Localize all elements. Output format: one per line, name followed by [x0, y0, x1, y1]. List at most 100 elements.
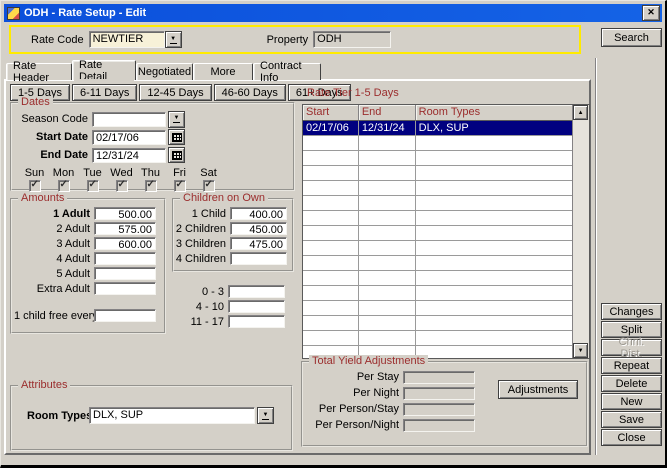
grid-empty-row[interactable]: [303, 211, 572, 226]
grid-empty-row[interactable]: [303, 226, 572, 241]
end-date-field[interactable]: 12/31/24: [92, 148, 166, 163]
grid-empty-row[interactable]: [303, 286, 572, 301]
search-button[interactable]: Search: [601, 28, 662, 47]
rate-tier-grid: Start End Room Types 02/17/06 12/31/24 D…: [302, 104, 590, 359]
grid-empty-row[interactable]: [303, 301, 572, 316]
scroll-down-icon[interactable]: ▼: [573, 343, 588, 358]
grid-empty-row[interactable]: [303, 256, 572, 271]
adjustments-button[interactable]: Adjustments: [498, 380, 578, 399]
season-code-dropdown-icon[interactable]: ▼: [168, 111, 185, 128]
adult-5-label: 5 Adult: [14, 268, 94, 280]
chnl-dist-button: Chnl. Dist.: [601, 339, 662, 356]
grid-empty-row[interactable]: [303, 316, 572, 331]
rate-code-field[interactable]: NEWTIER: [89, 31, 165, 48]
age-0-3-label: 0 - 3: [172, 286, 228, 298]
grid-scrollbar[interactable]: ▲ ▼: [572, 105, 589, 358]
adult-1-field[interactable]: 500.00: [94, 207, 156, 220]
day-checkbox-thu[interactable]: [145, 180, 157, 192]
season-code-field[interactable]: [92, 112, 166, 127]
child-1-field[interactable]: 400.00: [230, 207, 287, 220]
grid-col-room-types: Room Types: [416, 105, 572, 121]
start-date-field[interactable]: 02/17/06: [92, 130, 166, 145]
age-0-3-field[interactable]: [228, 285, 285, 298]
scroll-up-icon[interactable]: ▲: [573, 105, 588, 120]
room-types-field[interactable]: DLX, SUP: [89, 407, 255, 424]
child-free-label: 1 child free every: [14, 310, 94, 322]
day-label-fri: Fri: [173, 167, 186, 179]
room-types-label: Room Types: [27, 410, 89, 422]
day-label-wed: Wed: [110, 167, 132, 179]
adult-2-label: 2 Adult: [14, 223, 94, 235]
new-button[interactable]: New: [601, 393, 662, 410]
attributes-group: Attributes Room Types DLX, SUP ▼: [10, 385, 293, 451]
start-date-label: Start Date: [14, 131, 92, 143]
vertical-separator: [595, 58, 597, 455]
room-types-dropdown-icon[interactable]: ▼: [257, 407, 274, 424]
child-1-label: 1 Child: [174, 208, 230, 220]
adult-2-field[interactable]: 575.00: [94, 222, 156, 235]
grid-empty-row[interactable]: [303, 196, 572, 211]
tab-contract-info[interactable]: Contract Info: [253, 63, 321, 80]
grid-row-selected[interactable]: 02/17/06 12/31/24 DLX, SUP: [303, 121, 572, 136]
age-11-17-field[interactable]: [228, 315, 285, 328]
start-date-calendar-icon[interactable]: [168, 129, 185, 145]
child-free-field[interactable]: [94, 309, 156, 322]
age-11-17-label: 11 - 17: [172, 316, 228, 328]
day-checkbox-sun[interactable]: [29, 180, 41, 192]
day-checkbox-mon[interactable]: [58, 180, 70, 192]
save-button[interactable]: Save: [601, 411, 662, 428]
child-3-field[interactable]: 475.00: [230, 237, 287, 250]
adult-3-label: 3 Adult: [14, 238, 94, 250]
day-label-sun: Sun: [25, 167, 45, 179]
close-button[interactable]: Close: [601, 429, 662, 446]
day-label-tue: Tue: [83, 167, 102, 179]
day-checkbox-fri[interactable]: [174, 180, 186, 192]
window-title: ODH - Rate Setup - Edit: [24, 7, 642, 19]
adult-1-label: 1 Adult: [14, 208, 94, 220]
day-checkbox-tue[interactable]: [87, 180, 99, 192]
day-tab-6-11[interactable]: 6-11 Days: [72, 84, 137, 101]
age-4-10-field[interactable]: [228, 300, 285, 313]
day-label-mon: Mon: [53, 167, 74, 179]
adult-5-field[interactable]: [94, 267, 156, 280]
cell-room-types[interactable]: DLX, SUP: [416, 121, 572, 136]
day-tab-12-45[interactable]: 12-45 Days: [139, 84, 211, 101]
tab-more[interactable]: More: [193, 63, 253, 80]
per-stay-label: Per Stay: [303, 371, 403, 383]
grid-empty-row[interactable]: [303, 151, 572, 166]
day-checkbox-sat[interactable]: [203, 180, 215, 192]
grid-empty-row[interactable]: [303, 331, 572, 346]
property-field: ODH: [313, 31, 391, 48]
season-code-label: Season Code: [14, 113, 92, 125]
per-stay-field: [403, 371, 475, 384]
day-checkbox-wed[interactable]: [116, 180, 128, 192]
grid-header-row: Start End Room Types: [303, 105, 572, 121]
grid-empty-row[interactable]: [303, 136, 572, 151]
extra-adult-field[interactable]: [94, 282, 156, 295]
dates-group: Dates Season Code ▼ Start Date 02/17/06 …: [10, 102, 295, 191]
per-person-stay-field: [403, 403, 475, 416]
weekday-checkbox-row: Sun Mon Tue Wed Thu Fri Sat: [20, 167, 293, 192]
child-4-field[interactable]: [230, 252, 287, 265]
changes-button[interactable]: Changes: [601, 303, 662, 320]
repeat-button[interactable]: Repeat: [601, 357, 662, 374]
child-4-label: 4 Children: [174, 253, 230, 265]
rate-code-label: Rate Code: [31, 34, 84, 46]
grid-empty-row[interactable]: [303, 271, 572, 286]
child-2-field[interactable]: 450.00: [230, 222, 287, 235]
delete-button[interactable]: Delete: [601, 375, 662, 392]
tab-rate-header[interactable]: Rate Header: [6, 63, 72, 80]
cell-start[interactable]: 02/17/06: [303, 121, 359, 136]
day-tab-46-60[interactable]: 46-60 Days: [214, 84, 286, 101]
end-date-calendar-icon[interactable]: [168, 147, 185, 163]
grid-empty-row[interactable]: [303, 241, 572, 256]
grid-empty-row[interactable]: [303, 181, 572, 196]
tab-rate-detail[interactable]: Rate Detail: [72, 60, 136, 80]
grid-empty-row[interactable]: [303, 166, 572, 181]
close-icon[interactable]: ✕: [642, 5, 660, 21]
cell-end[interactable]: 12/31/24: [359, 121, 416, 136]
adult-3-field[interactable]: 600.00: [94, 237, 156, 250]
tab-negotiated[interactable]: Negotiated: [136, 63, 193, 80]
adult-4-field[interactable]: [94, 252, 156, 265]
rate-code-dropdown-icon[interactable]: ▼: [165, 31, 182, 48]
